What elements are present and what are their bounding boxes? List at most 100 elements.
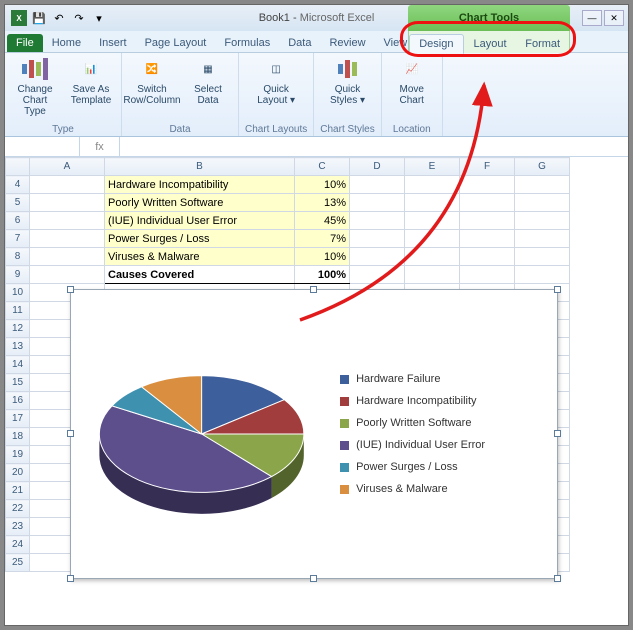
row-header[interactable]: 17 [6, 410, 30, 428]
legend-item[interactable]: (IUE) Individual User Error [340, 439, 551, 451]
redo-icon[interactable]: ↷ [71, 10, 87, 26]
save-as-template-button[interactable]: 📊 Save As Template [67, 56, 115, 106]
cell[interactable] [30, 266, 105, 284]
row-header[interactable]: 19 [6, 446, 30, 464]
tab-data[interactable]: Data [279, 34, 320, 52]
cell[interactable] [30, 212, 105, 230]
cell[interactable] [515, 176, 570, 194]
cell[interactable] [515, 230, 570, 248]
tab-page-layout[interactable]: Page Layout [136, 34, 216, 52]
cell[interactable] [350, 194, 405, 212]
row-header[interactable]: 22 [6, 500, 30, 518]
tab-format[interactable]: Format [516, 35, 569, 53]
cell[interactable]: Causes Covered [105, 266, 295, 284]
cell[interactable] [515, 212, 570, 230]
tab-home[interactable]: Home [43, 34, 90, 52]
legend-item[interactable]: Hardware Failure [340, 373, 551, 385]
switch-row-column-button[interactable]: 🔀 Switch Row/Column [128, 56, 176, 106]
row-header[interactable]: 15 [6, 374, 30, 392]
tab-layout[interactable]: Layout [464, 35, 517, 53]
cell[interactable] [460, 194, 515, 212]
tab-design[interactable]: Design [409, 34, 464, 54]
row-header[interactable]: 20 [6, 464, 30, 482]
col-header[interactable]: A [30, 158, 105, 176]
row-header[interactable]: 12 [6, 320, 30, 338]
cell[interactable]: 13% [295, 194, 350, 212]
embedded-chart[interactable]: Hardware Failure Hardware Incompatibility… [70, 289, 558, 579]
legend-item[interactable]: Viruses & Malware [340, 483, 551, 495]
close-button[interactable]: ✕ [604, 10, 624, 26]
cell[interactable] [350, 248, 405, 266]
row-header[interactable]: 13 [6, 338, 30, 356]
row-header[interactable]: 18 [6, 428, 30, 446]
quick-layout-button[interactable]: ◫ Quick Layout ▾ [252, 56, 300, 106]
select-data-button[interactable]: ▦ Select Data [184, 56, 232, 106]
cell[interactable]: (IUE) Individual User Error [105, 212, 295, 230]
row-header[interactable]: 5 [6, 194, 30, 212]
minimize-button[interactable]: — [582, 10, 602, 26]
cell[interactable]: Power Surges / Loss [105, 230, 295, 248]
undo-icon[interactable]: ↶ [51, 10, 67, 26]
pie-plot-area[interactable] [77, 296, 330, 572]
cell[interactable] [460, 212, 515, 230]
row-header[interactable]: 11 [6, 302, 30, 320]
cell[interactable] [515, 194, 570, 212]
worksheet-area[interactable]: ABCDEFG4Hardware Incompatibility10%5Poor… [5, 157, 628, 625]
row-header[interactable]: 23 [6, 518, 30, 536]
fx-icon[interactable]: fx [80, 137, 120, 156]
cell[interactable]: Poorly Written Software [105, 194, 295, 212]
name-box[interactable] [5, 137, 80, 156]
row-header[interactable]: 9 [6, 266, 30, 284]
cell[interactable] [460, 176, 515, 194]
cell[interactable] [350, 266, 405, 284]
cell[interactable] [405, 230, 460, 248]
cell[interactable]: 45% [295, 212, 350, 230]
legend-item[interactable]: Power Surges / Loss [340, 461, 551, 473]
cell[interactable]: 7% [295, 230, 350, 248]
col-header[interactable]: F [460, 158, 515, 176]
chart-legend[interactable]: Hardware Failure Hardware Incompatibility… [330, 296, 551, 572]
row-header[interactable]: 4 [6, 176, 30, 194]
row-header[interactable]: 24 [6, 536, 30, 554]
cell[interactable] [350, 230, 405, 248]
row-header[interactable]: 14 [6, 356, 30, 374]
cell[interactable]: 10% [295, 176, 350, 194]
legend-item[interactable]: Hardware Incompatibility [340, 395, 551, 407]
cell[interactable] [30, 176, 105, 194]
tab-formulas[interactable]: Formulas [215, 34, 279, 52]
tab-review[interactable]: Review [320, 34, 374, 52]
cell[interactable]: Viruses & Malware [105, 248, 295, 266]
row-header[interactable]: 21 [6, 482, 30, 500]
cell[interactable] [30, 230, 105, 248]
row-header[interactable]: 6 [6, 212, 30, 230]
cell[interactable] [405, 176, 460, 194]
col-header[interactable]: E [405, 158, 460, 176]
cell[interactable]: Hardware Incompatibility [105, 176, 295, 194]
legend-item[interactable]: Poorly Written Software [340, 417, 551, 429]
col-header[interactable]: G [515, 158, 570, 176]
cell[interactable] [460, 230, 515, 248]
cell[interactable] [350, 176, 405, 194]
row-header[interactable]: 7 [6, 230, 30, 248]
change-chart-type-button[interactable]: Change Chart Type [11, 56, 59, 117]
col-header[interactable]: C [295, 158, 350, 176]
cell[interactable] [405, 248, 460, 266]
cell[interactable] [30, 248, 105, 266]
tab-file[interactable]: File [7, 34, 43, 52]
cell[interactable] [30, 194, 105, 212]
cell[interactable] [405, 212, 460, 230]
cell[interactable] [460, 248, 515, 266]
cell[interactable]: 100% [295, 266, 350, 284]
cell[interactable]: 10% [295, 248, 350, 266]
qat-dropdown-icon[interactable]: ▾ [91, 10, 107, 26]
cell[interactable] [405, 194, 460, 212]
quick-styles-button[interactable]: Quick Styles ▾ [324, 56, 372, 106]
cell[interactable] [515, 266, 570, 284]
cell[interactable] [350, 212, 405, 230]
row-header[interactable]: 10 [6, 284, 30, 302]
cell[interactable] [515, 248, 570, 266]
row-header[interactable]: 16 [6, 392, 30, 410]
cell[interactable] [405, 266, 460, 284]
tab-insert[interactable]: Insert [90, 34, 136, 52]
col-header[interactable]: B [105, 158, 295, 176]
